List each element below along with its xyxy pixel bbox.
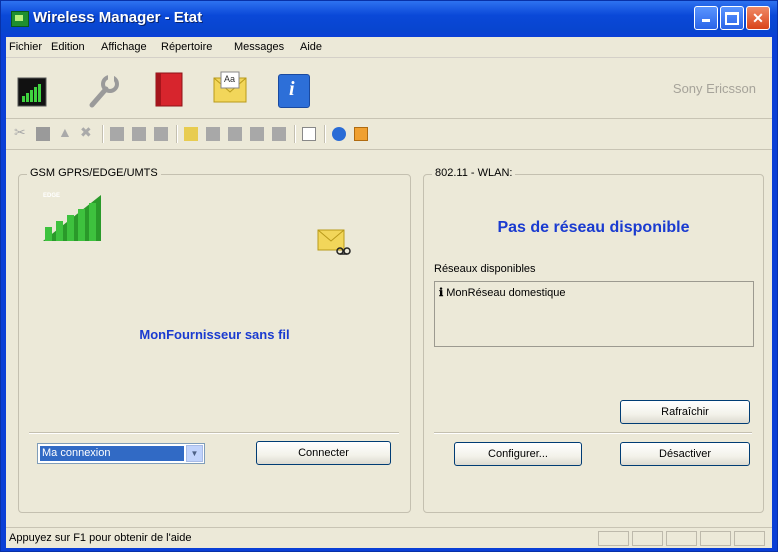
window-title: Wireless Manager - Etat (33, 9, 203, 26)
refresh-button[interactable]: Rafraîchir (620, 400, 750, 424)
disable-button[interactable]: Désactiver (620, 442, 750, 466)
wlan-status: Pas de réseau disponible (497, 219, 690, 236)
wlan-divider (434, 432, 752, 434)
record-icon[interactable] (110, 127, 124, 141)
menu-affichage[interactable]: Affichage (101, 41, 147, 53)
info-icon: ℹ (439, 287, 444, 299)
settings-icon[interactable] (354, 127, 368, 141)
title-bar[interactable]: Wireless Manager - Etat ✕ (1, 1, 777, 37)
voicemail-icon (317, 229, 351, 257)
status-bar: Appuyez sur F1 pour obtenir de l'aide (6, 527, 772, 549)
maximize-button[interactable] (720, 6, 744, 30)
paste-icon[interactable]: ▲ (58, 124, 72, 140)
copy-icon[interactable] (36, 127, 50, 141)
address-book-icon[interactable] (154, 72, 186, 107)
gsm-group: GSM GPRS/EDGE/UMTS EDGE MonFournisseur s… (18, 167, 411, 513)
outbox-icon[interactable] (228, 127, 242, 141)
edge-badge: EDGE (43, 193, 61, 199)
archive-icon[interactable] (272, 127, 286, 141)
brand-label: Sony Ericsson (672, 81, 756, 96)
wlan-group: 802.11 - WLAN: Pas de réseau disponible … (423, 167, 764, 513)
toolbar-separator (176, 125, 178, 143)
wrench-icon[interactable] (86, 75, 119, 108)
configure-button[interactable]: Configurer... (454, 442, 582, 466)
status-panel (598, 531, 629, 546)
message-icon-glyph: Aa (224, 74, 236, 84)
record-alt-icon[interactable] (132, 127, 146, 141)
chevron-down-icon[interactable]: ▼ (186, 445, 203, 462)
toolbar-separator (102, 125, 104, 143)
menu-repertoire[interactable]: Répertoire (161, 41, 212, 53)
list-item[interactable]: ℹ MonRéseau domestique (439, 286, 566, 299)
app-icon (11, 11, 29, 27)
close-icon: ✕ (752, 10, 764, 26)
gsm-group-label: GSM GPRS/EDGE/UMTS (27, 167, 161, 179)
status-panel (734, 531, 765, 546)
folder-icon[interactable] (250, 127, 264, 141)
inbox-icon[interactable] (206, 127, 220, 141)
networks-list[interactable]: ℹ MonRéseau domestique (434, 281, 754, 347)
delete-icon[interactable]: ✖ (80, 124, 94, 140)
connect-button[interactable]: Connecter (256, 441, 391, 465)
menu-aide[interactable]: Aide (300, 41, 322, 53)
mail-icon[interactable] (184, 127, 198, 141)
minimize-button[interactable] (694, 6, 718, 30)
cut-icon[interactable]: ✂ (14, 124, 28, 140)
wlan-group-label: 802.11 - WLAN: (432, 167, 516, 179)
maximize-icon (725, 12, 739, 25)
toolbar-separator (324, 125, 326, 143)
connection-select[interactable]: Ma connexion ▼ (37, 443, 205, 464)
toolbar-separator (294, 125, 296, 143)
signal-icon[interactable] (16, 76, 48, 108)
connection-select-value: Ma connexion (40, 446, 184, 461)
record-list-icon[interactable] (154, 127, 168, 141)
minimize-icon (702, 19, 710, 22)
secondary-toolbar: ✂ ▲ ✖ (6, 119, 772, 150)
status-panel (700, 531, 731, 546)
gsm-signal-icon: EDGE (41, 193, 101, 243)
note-icon[interactable] (302, 127, 316, 141)
client-area: Fichier Edition Affichage Répertoire Mes… (6, 37, 772, 548)
status-panel (632, 531, 663, 546)
menu-fichier[interactable]: Fichier (9, 41, 42, 53)
info-icon[interactable]: i (278, 74, 310, 108)
menu-messages[interactable]: Messages (234, 41, 284, 53)
status-text: Appuyez sur F1 pour obtenir de l'aide (9, 532, 192, 544)
menu-bar: Fichier Edition Affichage Répertoire Mes… (6, 37, 772, 58)
status-panel (666, 531, 697, 546)
provider-name: MonFournisseur sans fil (139, 327, 290, 342)
menu-edition[interactable]: Edition (51, 41, 85, 53)
browser-icon[interactable] (332, 127, 346, 141)
info-glyph: i (289, 78, 295, 100)
app-window: Wireless Manager - Etat ✕ Fichier Editio… (0, 0, 778, 552)
network-name: MonRéseau domestique (446, 287, 566, 299)
message-icon[interactable]: Aa (211, 70, 251, 103)
gsm-divider (29, 432, 399, 434)
networks-label: Réseaux disponibles (434, 263, 536, 275)
close-button[interactable]: ✕ (746, 6, 770, 30)
main-toolbar: Aa i Sony Ericsson (6, 58, 772, 119)
